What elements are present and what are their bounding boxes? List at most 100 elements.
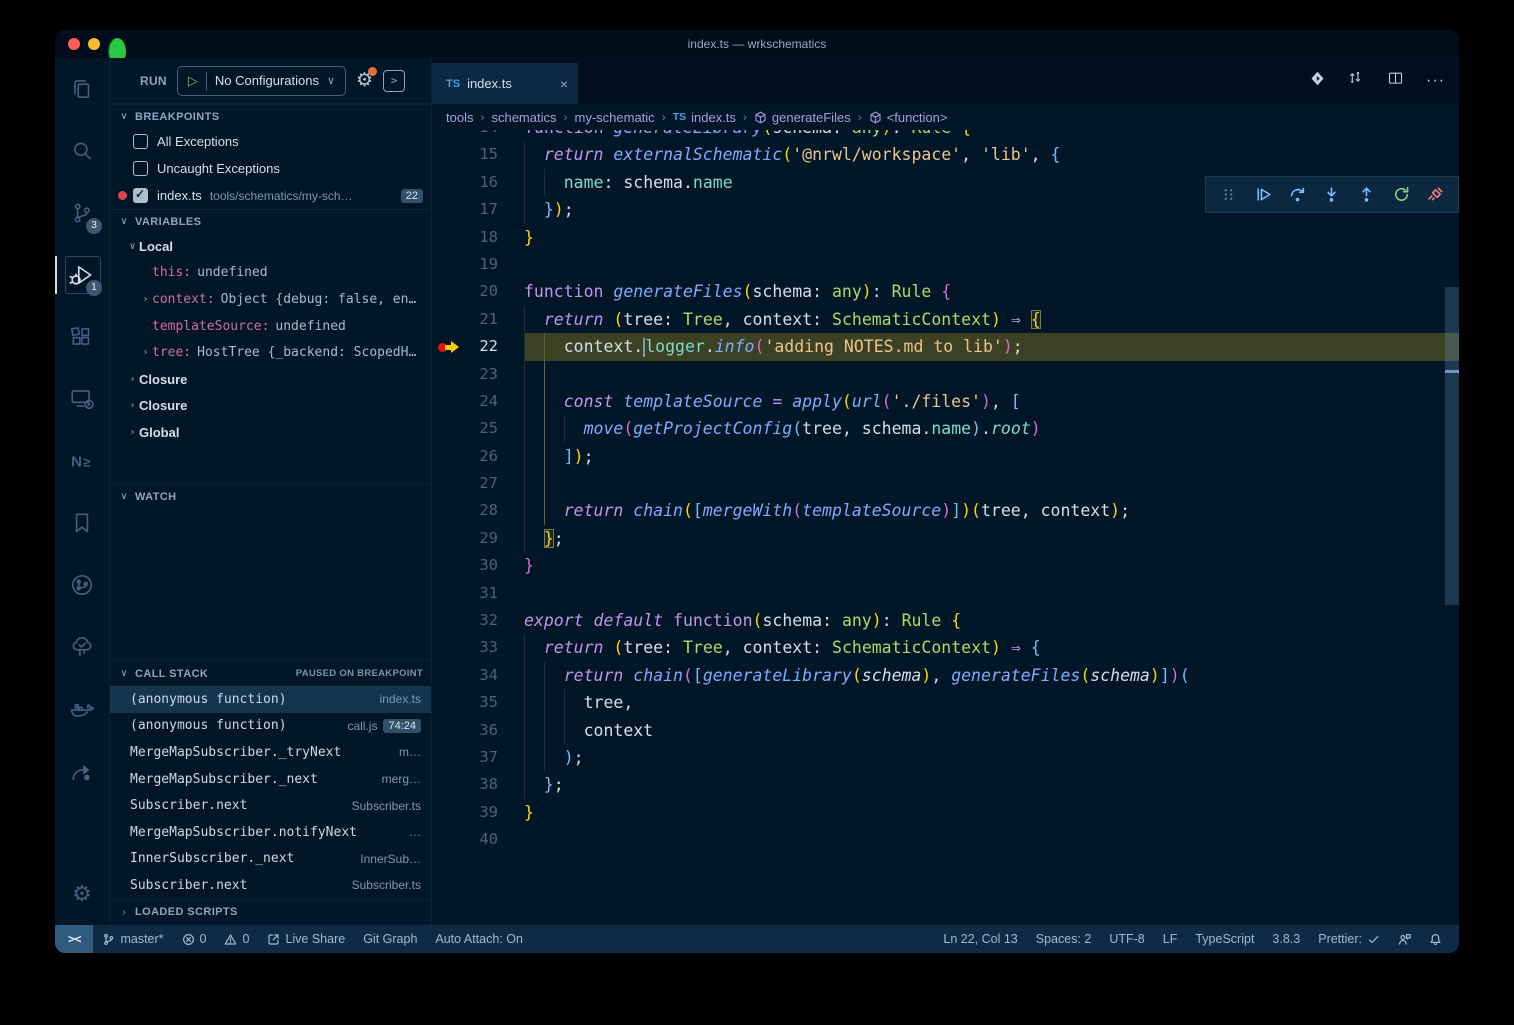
- status-indentation[interactable]: Spaces: 2: [1027, 925, 1101, 953]
- variable-row[interactable]: templateSource:undefined: [110, 313, 431, 340]
- continue-button[interactable]: [1251, 183, 1275, 207]
- compare-changes-button[interactable]: [1348, 70, 1365, 92]
- close-window-icon[interactable]: [68, 38, 80, 50]
- code-line[interactable]: 21return (tree: Tree, context: Schematic…: [432, 306, 1459, 333]
- close-tab-icon[interactable]: ×: [560, 76, 568, 92]
- status-live-share[interactable]: Live Share: [258, 925, 354, 953]
- variable-row[interactable]: this:undefined: [110, 260, 431, 287]
- activity-item-source-control[interactable]: 3: [55, 182, 109, 244]
- split-editor-button[interactable]: [1387, 70, 1404, 92]
- status-prettier[interactable]: Prettier:: [1309, 925, 1389, 953]
- section-breakpoints[interactable]: ∨ BREAKPOINTS: [110, 104, 431, 128]
- activity-item-git-graph[interactable]: [55, 554, 109, 616]
- remote-indicator[interactable]: ><: [55, 925, 93, 953]
- status-ts-version[interactable]: 3.8.3: [1263, 925, 1309, 953]
- variable-row[interactable]: ›context:Object {debug: false, en…: [110, 286, 431, 313]
- variable-scope-row[interactable]: ›Closure: [110, 393, 431, 420]
- code-line[interactable]: 35tree,: [432, 689, 1459, 716]
- launch-configuration-dropdown[interactable]: ▷ No Configurations ∨: [177, 66, 346, 96]
- code-line[interactable]: 25move(getProjectConfig(tree, schema.nam…: [432, 415, 1459, 442]
- code-line[interactable]: 31: [432, 580, 1459, 607]
- breadcrumb-item[interactable]: tools: [446, 110, 473, 125]
- code-line[interactable]: 38};: [432, 771, 1459, 798]
- call-stack-frame[interactable]: MergeMapSubscriber._tryNextm…: [110, 739, 431, 766]
- code-line[interactable]: 37);: [432, 744, 1459, 771]
- activity-item-search[interactable]: [55, 120, 109, 182]
- activity-item-remote-explorer[interactable]: [55, 368, 109, 430]
- scrollbar-slider[interactable]: [1445, 287, 1459, 605]
- status-eol[interactable]: LF: [1154, 925, 1187, 953]
- drag-handle-button[interactable]: [1216, 183, 1240, 207]
- activity-item-bookmarks[interactable]: [55, 492, 109, 554]
- code-line[interactable]: 36context: [432, 717, 1459, 744]
- tab-index-ts[interactable]: TS index.ts ×: [432, 63, 578, 104]
- disconnect-button[interactable]: [1424, 183, 1448, 207]
- step-over-button[interactable]: [1285, 183, 1309, 207]
- breadcrumb-item[interactable]: TSindex.ts: [673, 110, 736, 125]
- code-line[interactable]: 34return chain([generateLibrary(schema),…: [432, 662, 1459, 689]
- status-git-graph[interactable]: Git Graph: [354, 925, 426, 953]
- status-errors[interactable]: 0: [173, 925, 216, 953]
- code-line[interactable]: 22context.logger.info('adding NOTES.md t…: [432, 333, 1459, 360]
- code-line[interactable]: 29};: [432, 525, 1459, 552]
- code-line[interactable]: 33return (tree: Tree, context: Schematic…: [432, 634, 1459, 661]
- start-debug-icon[interactable]: ▷: [188, 73, 198, 89]
- status-git-branch[interactable]: master*: [93, 925, 172, 953]
- code-line[interactable]: 18}: [432, 224, 1459, 251]
- debug-console-icon[interactable]: >: [383, 70, 405, 92]
- status-auto-attach[interactable]: Auto Attach: On: [426, 925, 532, 953]
- code-line[interactable]: 30}: [432, 552, 1459, 579]
- code-line[interactable]: 15return externalSchematic('@nrwl/worksp…: [432, 141, 1459, 168]
- status-language[interactable]: TypeScript: [1186, 925, 1263, 953]
- code-line[interactable]: 32export default function(schema: any): …: [432, 607, 1459, 634]
- call-stack-frame[interactable]: InnerSubscriber._nextInnerSub…: [110, 846, 431, 873]
- more-actions-icon[interactable]: ···: [1426, 72, 1445, 90]
- call-stack-frame[interactable]: (anonymous function)call.js74:24: [110, 713, 431, 740]
- code-area[interactable]: 14function generateLibrary(schema: any):…: [432, 130, 1459, 925]
- variable-scope-row[interactable]: ∨Local: [110, 233, 431, 260]
- code-line[interactable]: 28return chain([mergeWith(templateSource…: [432, 497, 1459, 524]
- call-stack-frame[interactable]: MergeMapSubscriber._nextmerg…: [110, 766, 431, 793]
- section-call-stack[interactable]: ∨ CALL STACK PAUSED ON BREAKPOINT: [110, 660, 431, 686]
- section-variables[interactable]: ∨ VARIABLES: [110, 209, 431, 233]
- status-notifications[interactable]: [1420, 925, 1451, 953]
- call-stack-frame[interactable]: (anonymous function)index.ts: [110, 686, 431, 713]
- activity-item-manage[interactable]: ⚙: [55, 863, 109, 925]
- restart-button[interactable]: [1389, 183, 1413, 207]
- status-feedback[interactable]: [1389, 925, 1420, 953]
- code-line[interactable]: 39}: [432, 799, 1459, 826]
- gitlens-button[interactable]: [1309, 70, 1326, 92]
- code-line[interactable]: 19: [432, 251, 1459, 278]
- breadcrumb-item[interactable]: schematics: [491, 110, 556, 125]
- activity-item-nx-console[interactable]: N≥: [55, 430, 109, 492]
- breakpoint-row[interactable]: Uncaught Exceptions: [110, 155, 431, 182]
- variable-scope-row[interactable]: ›Closure: [110, 366, 431, 393]
- breakpoint-checkbox[interactable]: [133, 161, 148, 176]
- variable-scope-row[interactable]: ›Global: [110, 419, 431, 446]
- call-stack-frame[interactable]: MergeMapSubscriber.notifyNext…: [110, 819, 431, 846]
- status-encoding[interactable]: UTF-8: [1100, 925, 1153, 953]
- code-line[interactable]: 40: [432, 826, 1459, 853]
- configure-gear-icon[interactable]: ⚙: [356, 69, 373, 92]
- variable-row[interactable]: ›tree:HostTree {_backend: ScopedH…: [110, 339, 431, 366]
- activity-item-testing[interactable]: [55, 616, 109, 678]
- code-line[interactable]: 26]);: [432, 443, 1459, 470]
- status-cursor-position[interactable]: Ln 22, Col 13: [934, 925, 1026, 953]
- activity-item-docker[interactable]: [55, 678, 109, 740]
- code-line[interactable]: 24const templateSource = apply(url('./fi…: [432, 388, 1459, 415]
- call-stack-frame[interactable]: Subscriber.nextSubscriber.ts: [110, 872, 431, 899]
- call-stack-frame[interactable]: Subscriber.nextSubscriber.ts: [110, 792, 431, 819]
- breadcrumb-item[interactable]: my-schematic: [575, 110, 655, 125]
- activity-item-project-manager[interactable]: [55, 740, 109, 802]
- code-line[interactable]: 20function generateFiles(schema: any): R…: [432, 278, 1459, 305]
- code-line[interactable]: 27: [432, 470, 1459, 497]
- step-out-button[interactable]: [1355, 183, 1379, 207]
- breakpoint-checkbox[interactable]: [133, 134, 148, 149]
- code-line[interactable]: 23: [432, 361, 1459, 388]
- breadcrumb-item[interactable]: <function>: [869, 110, 948, 125]
- activity-item-explorer[interactable]: [55, 58, 109, 120]
- breakpoint-checkbox[interactable]: [133, 188, 148, 203]
- section-watch[interactable]: ∨ WATCH: [110, 484, 431, 508]
- status-warnings[interactable]: 0: [215, 925, 258, 953]
- breakpoint-row[interactable]: All Exceptions: [110, 128, 431, 155]
